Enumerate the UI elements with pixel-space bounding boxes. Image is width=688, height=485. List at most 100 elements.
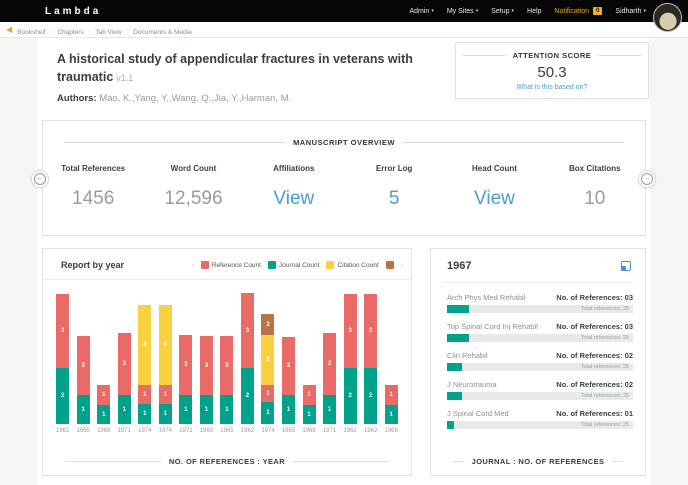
nav-item-admin[interactable]: Admin▾: [409, 8, 433, 15]
breadcrumb-item-tab-view[interactable]: Tab View: [95, 29, 121, 36]
chart-bar-column: 111968: [385, 385, 398, 434]
journal-row-header: J NeurotraumaNo. of References: 02: [447, 380, 633, 389]
breadcrumb-item-documents-media[interactable]: Documents & Media: [133, 29, 192, 36]
bar-segment-reference-count: 3: [282, 337, 295, 395]
legend-item-reference-count[interactable]: Reference Count: [201, 261, 261, 269]
journal-name: Top Spinal Cord Inj Rehabil: [447, 322, 538, 331]
bar-segment-citation-count: 4: [159, 305, 172, 385]
chart-bar-column: 1141974: [138, 305, 151, 434]
metric-affiliations: AffiliationsView: [244, 164, 344, 210]
chart-legend: ‹ Reference Count Journal Count Citation Co…: [191, 261, 403, 269]
nav-item-help[interactable]: Help: [527, 8, 541, 15]
journal-row-j-spinal-cord-med: J Spinal Cord MedNo. of References: 01To…: [447, 409, 633, 429]
attention-score-value: 50.3: [456, 64, 648, 81]
metric-value[interactable]: View: [444, 188, 544, 210]
journal-progress-bar: Total references: 25: [447, 334, 633, 342]
chart-bar-1962[interactable]: 23: [364, 294, 377, 424]
chart-bar-1974[interactable]: 114: [138, 305, 151, 424]
breadcrumb-separator: ::: [88, 29, 92, 36]
journal-name: J Spinal Cord Med: [447, 409, 509, 418]
chart-bar-1968[interactable]: 11: [97, 385, 110, 424]
chart-bar-1965[interactable]: 13: [200, 336, 213, 424]
metric-word-count: Word Count12,596: [143, 164, 243, 210]
chart-bar-1971[interactable]: 13: [118, 333, 131, 424]
legend-next-icon[interactable]: ›: [401, 262, 403, 269]
bar-segment-journal-count: 2: [344, 368, 357, 424]
chart-bar-column: 131965: [200, 336, 213, 434]
journal-progress-fill: [447, 421, 454, 429]
chart-bar-column: 1141974: [159, 305, 172, 434]
bar-segment-reference-count: 3: [344, 294, 357, 368]
divider: [43, 279, 411, 280]
chart-title: Report by year: [61, 260, 124, 270]
nav-item-sidharth[interactable]: Sidharth▾: [615, 8, 646, 15]
legend-item-citation-count[interactable]: Citation Count: [326, 261, 378, 269]
arrow-left-icon: ←: [34, 173, 46, 185]
user-avatar[interactable]: [653, 3, 682, 32]
bar-segment-journal-count: 1: [159, 404, 172, 424]
metric-value[interactable]: 5: [344, 188, 444, 210]
journal-row-header: Arch Phys Med Rehabil No. of References: …: [447, 293, 633, 302]
chart-bar-column: 13 1971: [118, 333, 131, 434]
chart-bar-column: 231962: [56, 294, 69, 434]
nav-item-my-sites[interactable]: My Sites▾: [447, 8, 478, 15]
carousel-next-button[interactable]: →: [638, 170, 656, 188]
bar-segment-journal-count: 2: [241, 368, 254, 424]
chart-bar-1962[interactable]: 23: [241, 293, 254, 424]
bar-segment-citation-count: 4: [138, 305, 151, 385]
chart-bar-1974[interactable]: 114: [159, 305, 172, 424]
breadcrumb-item-chapters[interactable]: Chapters: [57, 29, 83, 36]
bar-segment-journal-count: 1: [323, 395, 336, 424]
bar-segment-journal-count: 1: [200, 395, 213, 424]
journal-ref-count: No. of References: 03: [556, 293, 633, 302]
chart-bar-1965[interactable]: 13: [220, 336, 233, 424]
x-axis-label: 1971: [118, 428, 131, 434]
top-navbar: Lambda Admin▾ My Sites▾ Setup▾ Help Notifica…: [0, 0, 688, 22]
chart-bar-column: 231962: [364, 294, 377, 434]
breadcrumb-item-bookshelf[interactable]: Bookshelf: [17, 29, 46, 36]
back-arrow-icon[interactable]: ◀: [6, 26, 12, 34]
authors-line: Authors: Mao, K.,Yang, Y.,Wang, Q.,Jia, …: [57, 93, 452, 104]
chart-bar-1971[interactable]: 13: [323, 333, 336, 424]
journal-progress-fill: [447, 392, 462, 400]
metric-value[interactable]: View: [244, 188, 344, 210]
nav-item-setup[interactable]: Setup▾: [491, 8, 514, 15]
nav-item-notification[interactable]: Notification0: [554, 7, 602, 15]
journal-name: Arch Phys Med Rehabil: [447, 293, 525, 302]
chart-bar-1965[interactable]: 13: [77, 336, 90, 424]
chevron-down-icon: ▾: [512, 8, 515, 14]
chart-bar-1962[interactable]: 23: [344, 294, 357, 424]
legend-prev-icon[interactable]: ‹: [191, 262, 193, 269]
legend-item-journal-count[interactable]: Journal Count: [268, 261, 319, 269]
duplicate-window-icon[interactable]: [621, 261, 631, 271]
journal-total-label: Total references: 25: [581, 335, 629, 341]
bar-segment-reference-count: 1: [261, 385, 274, 402]
version-label: v1.1: [116, 73, 133, 83]
chart-bar-1965[interactable]: 13: [282, 337, 295, 424]
bar-segment-journal-count: 1: [261, 402, 274, 424]
metric-label: Head Count: [444, 164, 544, 173]
metric-label: Box Citations: [545, 164, 645, 173]
bar-segment-journal-count: 1: [303, 405, 316, 424]
journal-row-header: Top Spinal Cord Inj RehabilNo. of Refere…: [447, 322, 633, 331]
journal-ref-count: No. of References: 02: [556, 380, 633, 389]
bar-segment-reference-count: 3: [323, 333, 336, 395]
overview-metrics: Total References1456Word Count12,596Affi…: [43, 164, 645, 210]
chart-bar-1974[interactable]: 1122: [261, 314, 274, 424]
chart-bar-1968[interactable]: 11: [385, 385, 398, 424]
brand-logo[interactable]: Lambda: [45, 6, 101, 17]
chart-bar-column: 111968: [302, 385, 315, 434]
journal-progress-bar: Total references: 25: [447, 305, 633, 313]
carousel-prev-button[interactable]: ←: [31, 170, 49, 188]
attention-score-info-link[interactable]: What is this based on?: [456, 84, 648, 91]
chart-bar-1962[interactable]: 23: [56, 294, 69, 424]
bar-segment-journal-count: 2: [364, 368, 377, 424]
attention-score-title: ATTENTION SCORE: [456, 51, 648, 60]
x-axis-label: 1974: [159, 428, 172, 434]
bar-segment-citation-count: 2: [261, 335, 274, 385]
chart-bar-1968[interactable]: 11: [303, 385, 316, 424]
attention-score-card: ATTENTION SCORE 50.3 What is this based …: [455, 42, 649, 99]
legend-item-partial[interactable]: [386, 261, 394, 269]
bar-segment-journal-count: 1: [77, 395, 90, 424]
chart-bar-1971[interactable]: 13: [179, 335, 192, 424]
